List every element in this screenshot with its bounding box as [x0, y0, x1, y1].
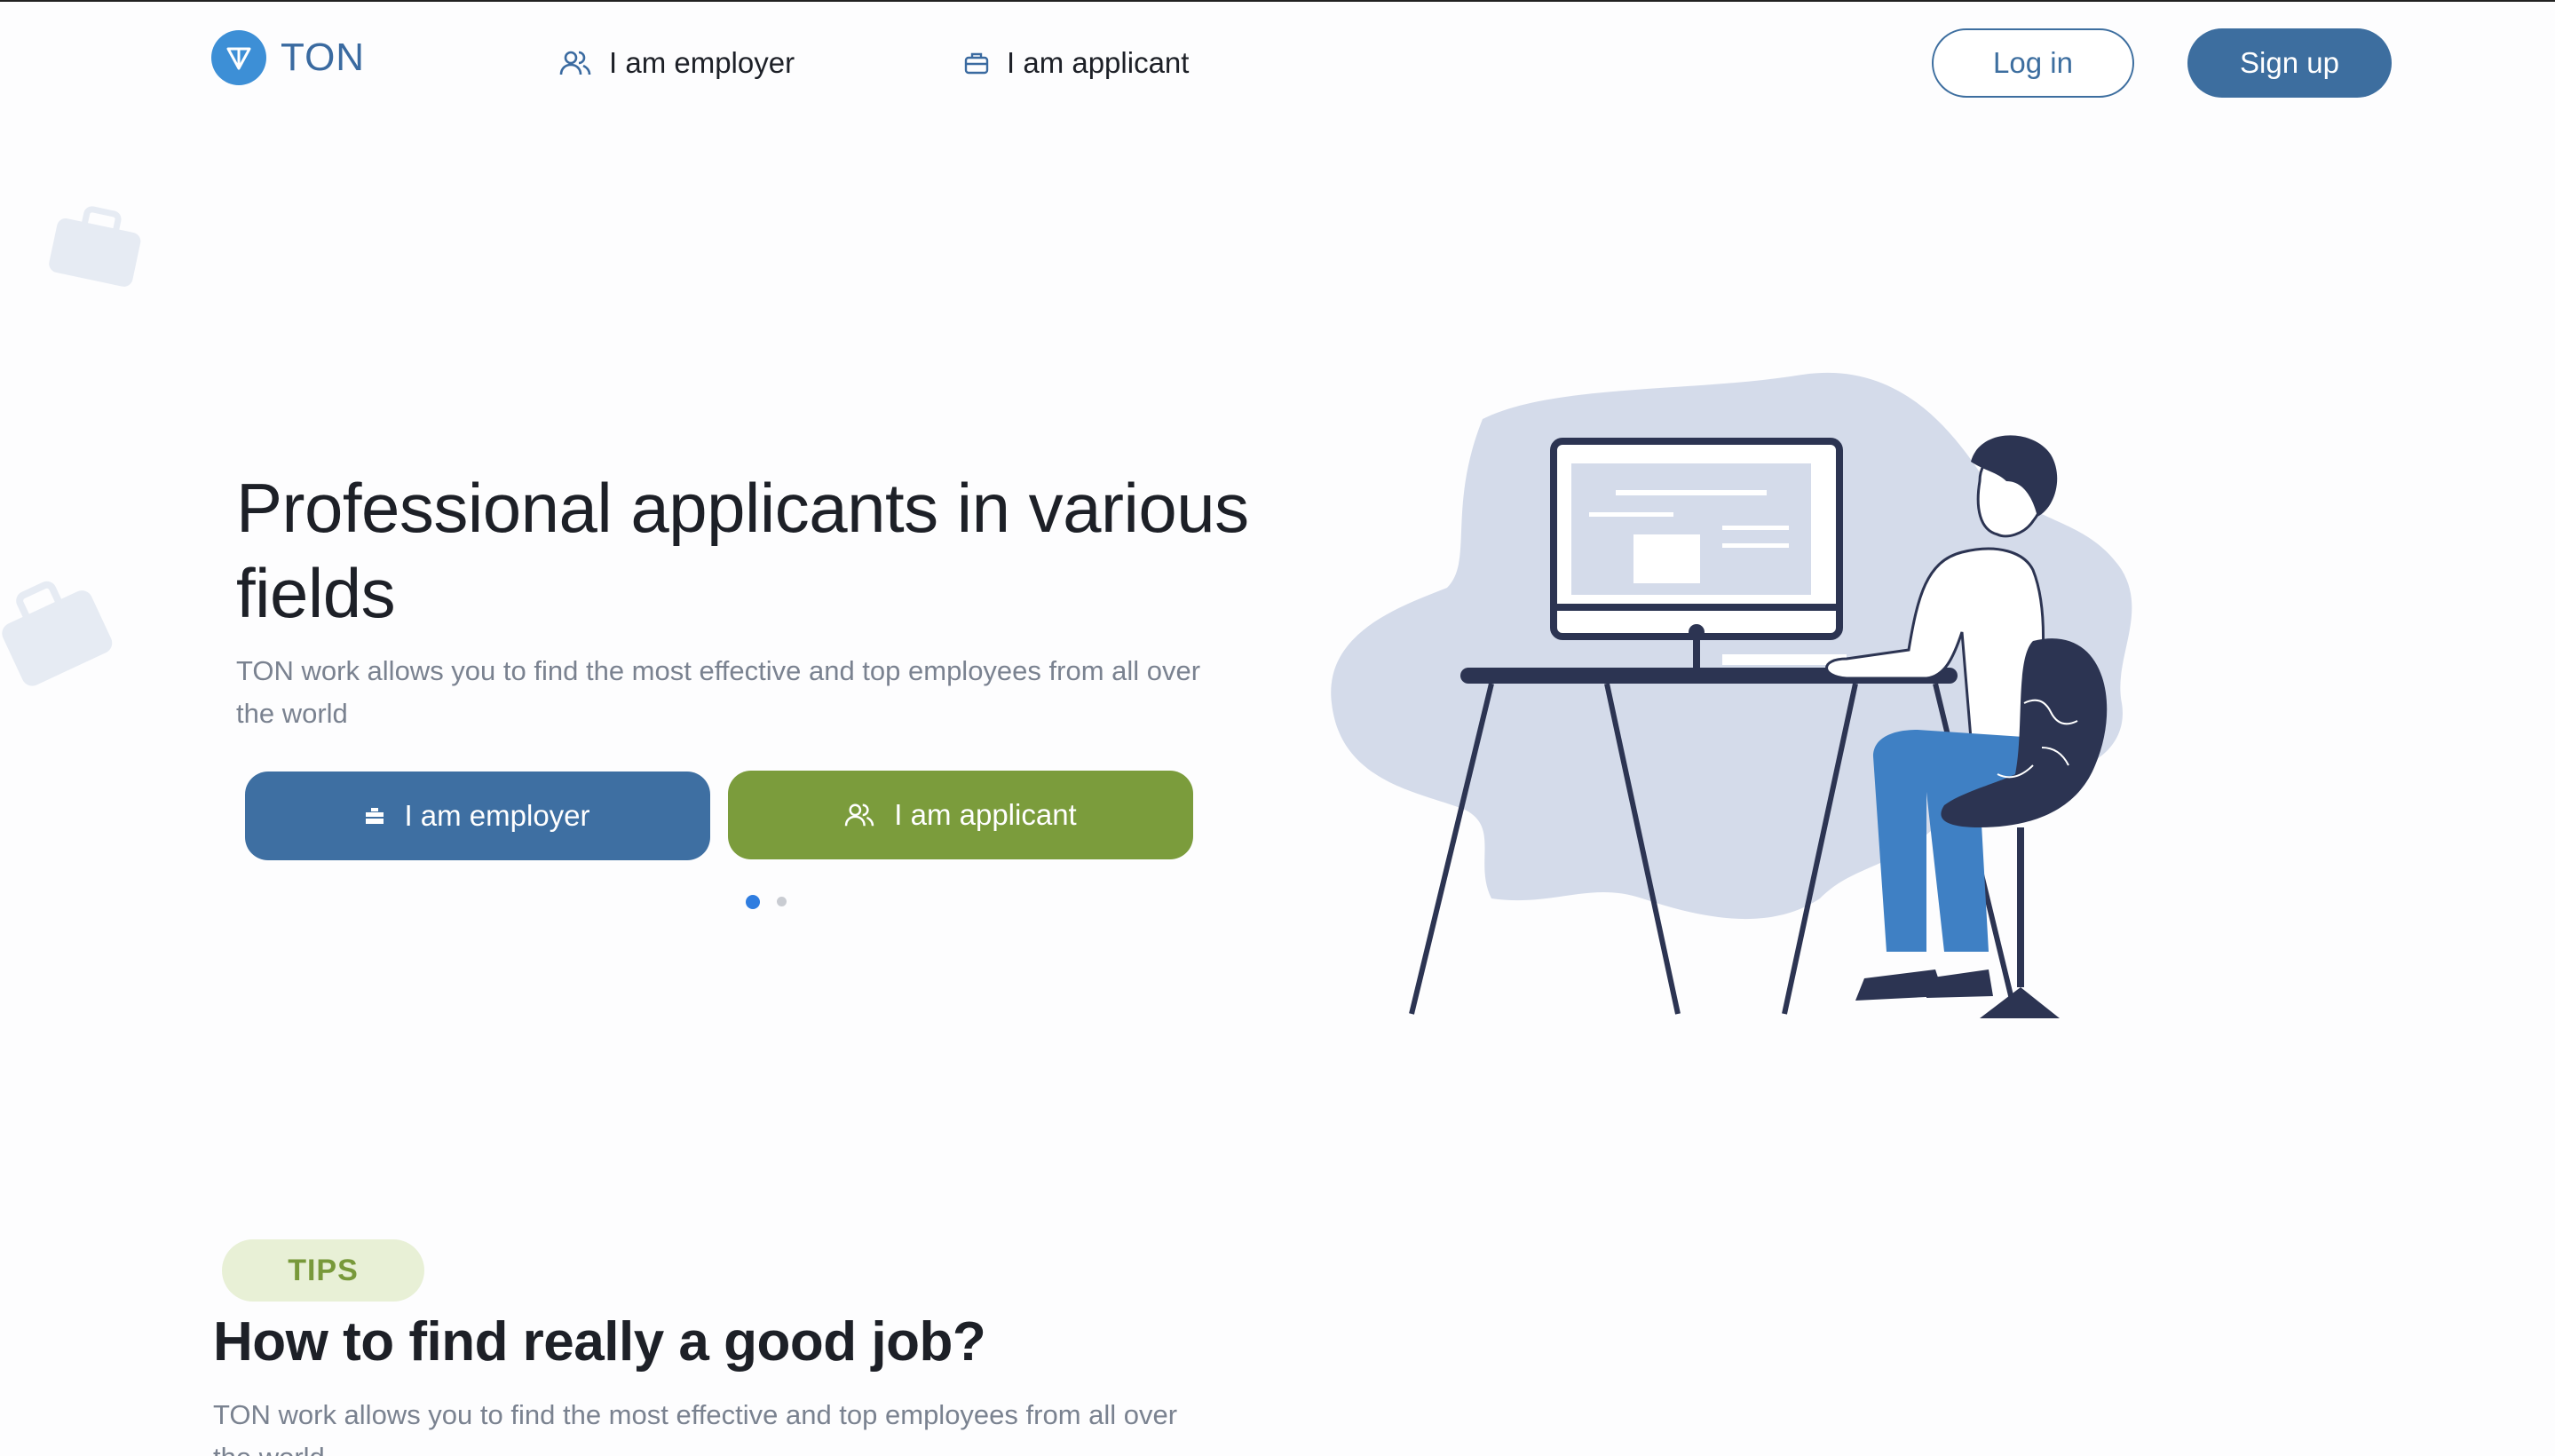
cta-employer-button[interactable]: I am employer: [245, 772, 710, 860]
signup-button[interactable]: Sign up: [2187, 28, 2392, 98]
cta-employer-label: I am employer: [404, 799, 590, 832]
tips-subtitle: TON work allows you to find the most eff…: [213, 1394, 1278, 1456]
users-icon: [845, 803, 874, 827]
cta-applicant-button[interactable]: I am applicant: [728, 771, 1193, 859]
monitor-graphic: [1550, 438, 1843, 672]
briefcase-decor-icon: [2, 581, 113, 686]
carousel-dot-active[interactable]: [746, 895, 760, 909]
logo[interactable]: TON: [211, 30, 365, 85]
tips-title: How to find really a good job?: [213, 1311, 986, 1373]
tips-subtitle-line: the world: [213, 1442, 325, 1456]
nav-employer-link[interactable]: I am employer: [559, 46, 795, 80]
users-icon: [559, 51, 591, 75]
hero-title: Professional applicants in various field…: [236, 465, 1301, 636]
hero-title-line: fields: [236, 554, 396, 632]
hero-title-line: Professional applicants in various: [236, 469, 1249, 547]
login-button[interactable]: Log in: [1932, 28, 2134, 98]
hero-subtitle-line: TON work allows you to find the most eff…: [236, 655, 1201, 686]
hero-illustration: [1331, 372, 2132, 1018]
briefcase-decor-icon: [49, 206, 141, 287]
hero-subtitle: TON work allows you to find the most eff…: [236, 650, 1301, 735]
cta-applicant-label: I am applicant: [894, 798, 1077, 831]
carousel-dot[interactable]: [777, 897, 787, 906]
hero-subtitle-line: the world: [236, 698, 348, 729]
briefcase-icon: [964, 52, 989, 75]
briefcase-icon: [366, 808, 384, 824]
nav-applicant-label: I am applicant: [1007, 46, 1190, 79]
nav-applicant-link[interactable]: I am applicant: [964, 46, 1189, 80]
tips-subtitle-line: TON work allows you to find the most eff…: [213, 1399, 1178, 1430]
logo-text: TON: [281, 36, 366, 79]
nav-employer-label: I am employer: [609, 46, 795, 79]
ton-logo-icon: [211, 30, 266, 85]
tips-badge: TIPS: [222, 1239, 424, 1302]
